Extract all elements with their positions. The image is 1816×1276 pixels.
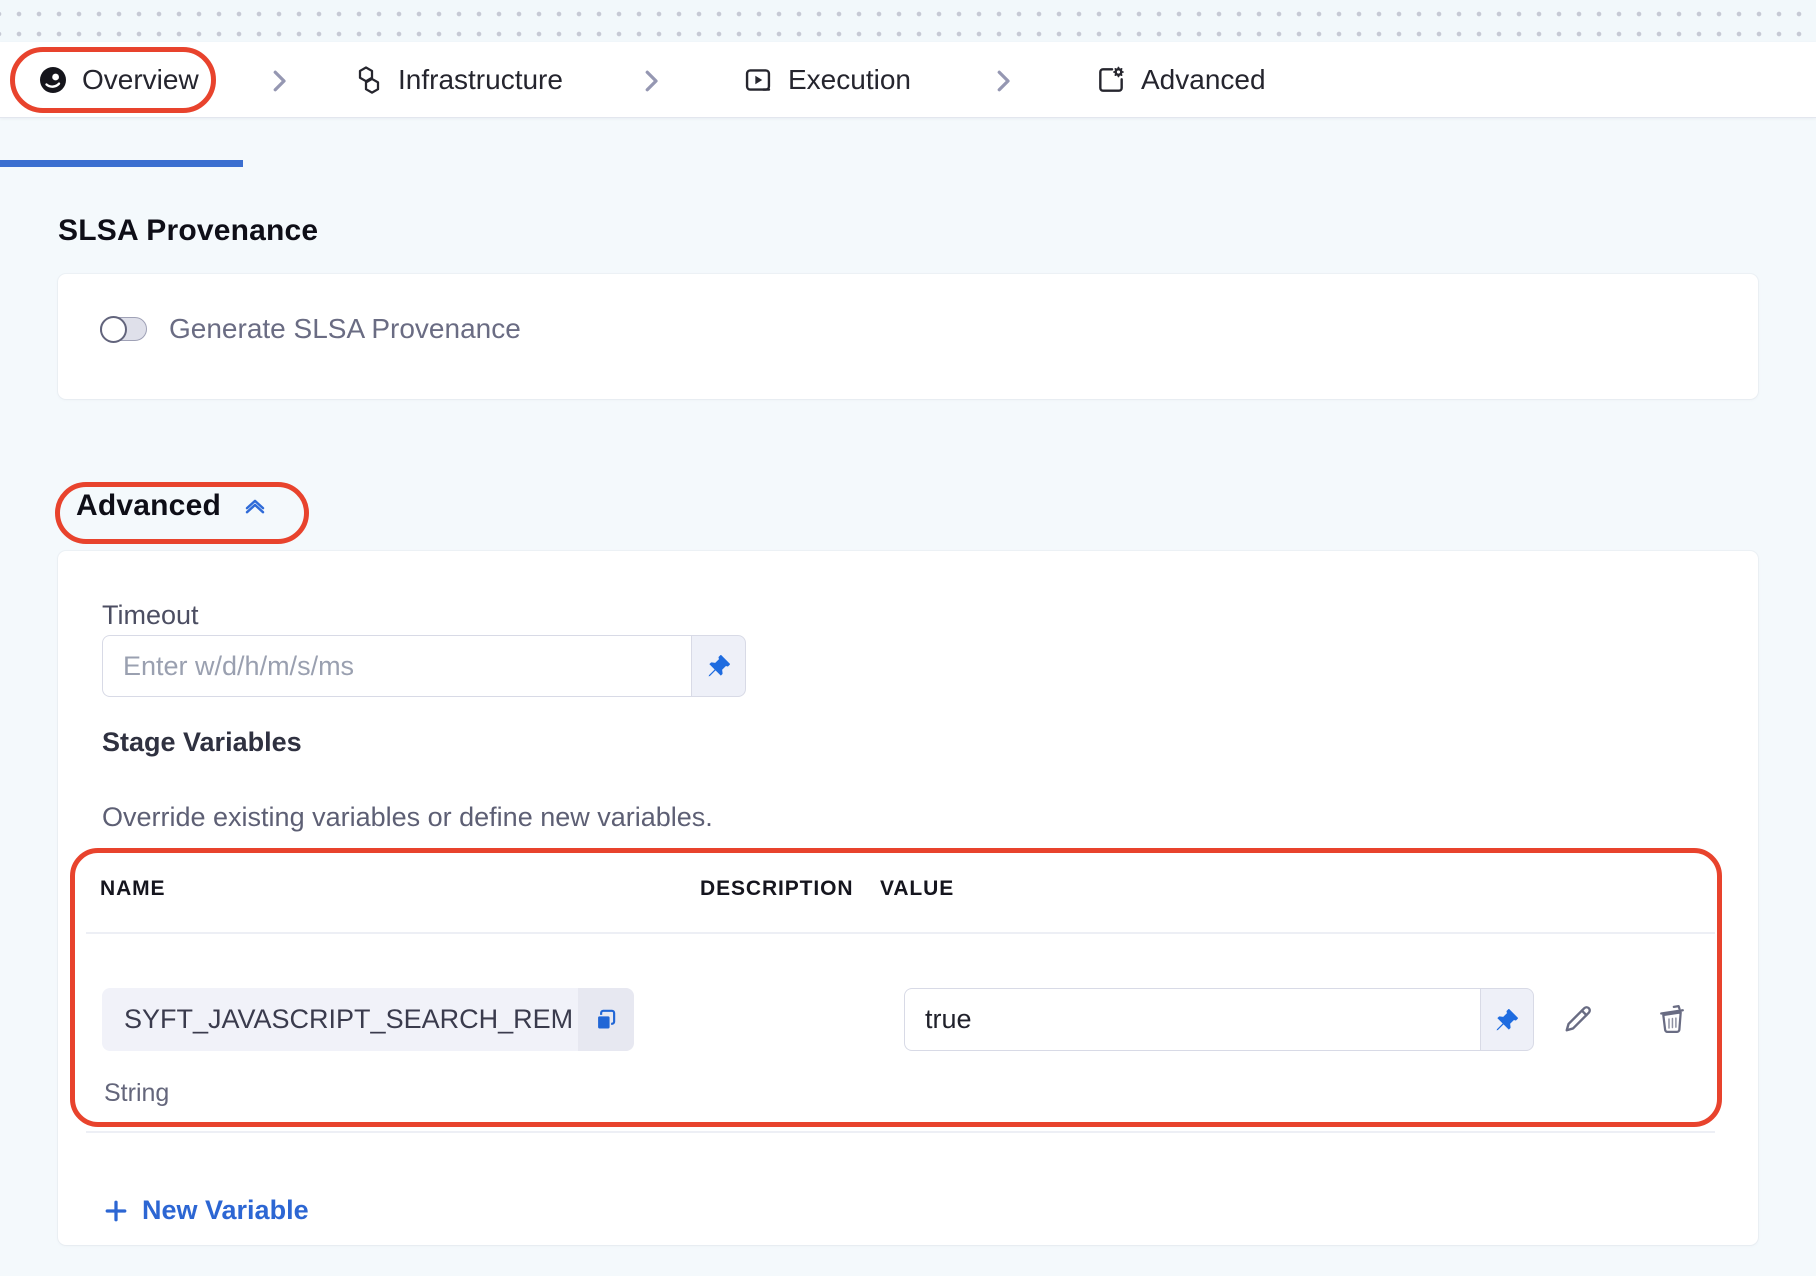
chevron-right-icon xyxy=(264,66,294,96)
stage-variables-heading: Stage Variables xyxy=(102,727,302,758)
active-tab-underline xyxy=(0,160,243,167)
slsa-provenance-card: Generate SLSA Provenance xyxy=(58,274,1758,399)
infrastructure-icon xyxy=(352,64,384,96)
table-header-divider xyxy=(86,932,1715,934)
variable-value-input[interactable] xyxy=(904,988,1480,1051)
tab-overview-label: Overview xyxy=(82,64,199,96)
chevron-right-icon xyxy=(636,66,666,96)
delete-variable-button[interactable] xyxy=(1652,999,1692,1039)
advanced-section-heading: Advanced xyxy=(76,489,221,523)
timeout-input[interactable] xyxy=(102,635,691,697)
tab-execution[interactable]: Execution xyxy=(742,42,911,118)
variable-type-label: String xyxy=(104,1079,169,1108)
advanced-card: Timeout Stage Variables Override existin… xyxy=(58,551,1758,1245)
slsa-provenance-heading: SLSA Provenance xyxy=(58,214,318,248)
variable-name-box xyxy=(102,988,578,1051)
pushpin-icon xyxy=(706,653,732,679)
copy-name-button[interactable] xyxy=(578,988,634,1051)
plus-icon xyxy=(102,1197,130,1225)
pushpin-icon xyxy=(1494,1007,1520,1033)
variable-value-group xyxy=(904,988,1534,1051)
new-variable-button[interactable]: New Variable xyxy=(102,1195,309,1226)
timeout-label: Timeout xyxy=(102,600,199,631)
new-variable-label: New Variable xyxy=(142,1195,309,1226)
column-header-value: VALUE xyxy=(880,877,954,901)
generate-slsa-toggle-label: Generate SLSA Provenance xyxy=(169,313,521,345)
chevron-up-icon xyxy=(239,490,271,522)
stage-tabbar: Overview Infrastructure xyxy=(0,42,1816,118)
timeout-pin-button[interactable] xyxy=(691,635,746,697)
tab-overview[interactable]: Overview xyxy=(38,42,199,118)
chevron-right-icon xyxy=(988,66,1018,96)
copy-icon xyxy=(593,1007,619,1033)
value-pin-button[interactable] xyxy=(1480,988,1534,1051)
trash-icon xyxy=(1654,1001,1690,1037)
timeout-input-group xyxy=(102,635,746,697)
execution-play-icon xyxy=(742,64,774,96)
advanced-gear-icon xyxy=(1095,64,1127,96)
column-header-name: NAME xyxy=(100,877,165,901)
tab-execution-label: Execution xyxy=(788,64,911,96)
toggle-knob xyxy=(100,316,127,343)
tab-advanced[interactable]: Advanced xyxy=(1095,42,1266,118)
advanced-section-toggle[interactable]: Advanced xyxy=(76,489,271,523)
variable-name-widget xyxy=(102,988,634,1051)
generate-slsa-toggle[interactable] xyxy=(100,317,147,341)
column-header-description: DESCRIPTION xyxy=(700,877,853,901)
tab-infrastructure-label: Infrastructure xyxy=(398,64,563,96)
generate-slsa-toggle-row: Generate SLSA Provenance xyxy=(100,313,521,345)
pencil-icon xyxy=(1560,1001,1596,1037)
overview-icon xyxy=(38,65,68,95)
canvas-dotted-background xyxy=(0,0,1816,42)
pipeline-stage-config-page: Overview Infrastructure xyxy=(0,0,1816,1276)
row-bottom-divider xyxy=(86,1131,1715,1133)
stage-variables-description: Override existing variables or define ne… xyxy=(102,802,713,833)
variable-name-input[interactable] xyxy=(102,1004,578,1035)
tab-infrastructure[interactable]: Infrastructure xyxy=(352,42,563,118)
edit-variable-button[interactable] xyxy=(1558,999,1598,1039)
tab-advanced-label: Advanced xyxy=(1141,64,1266,96)
